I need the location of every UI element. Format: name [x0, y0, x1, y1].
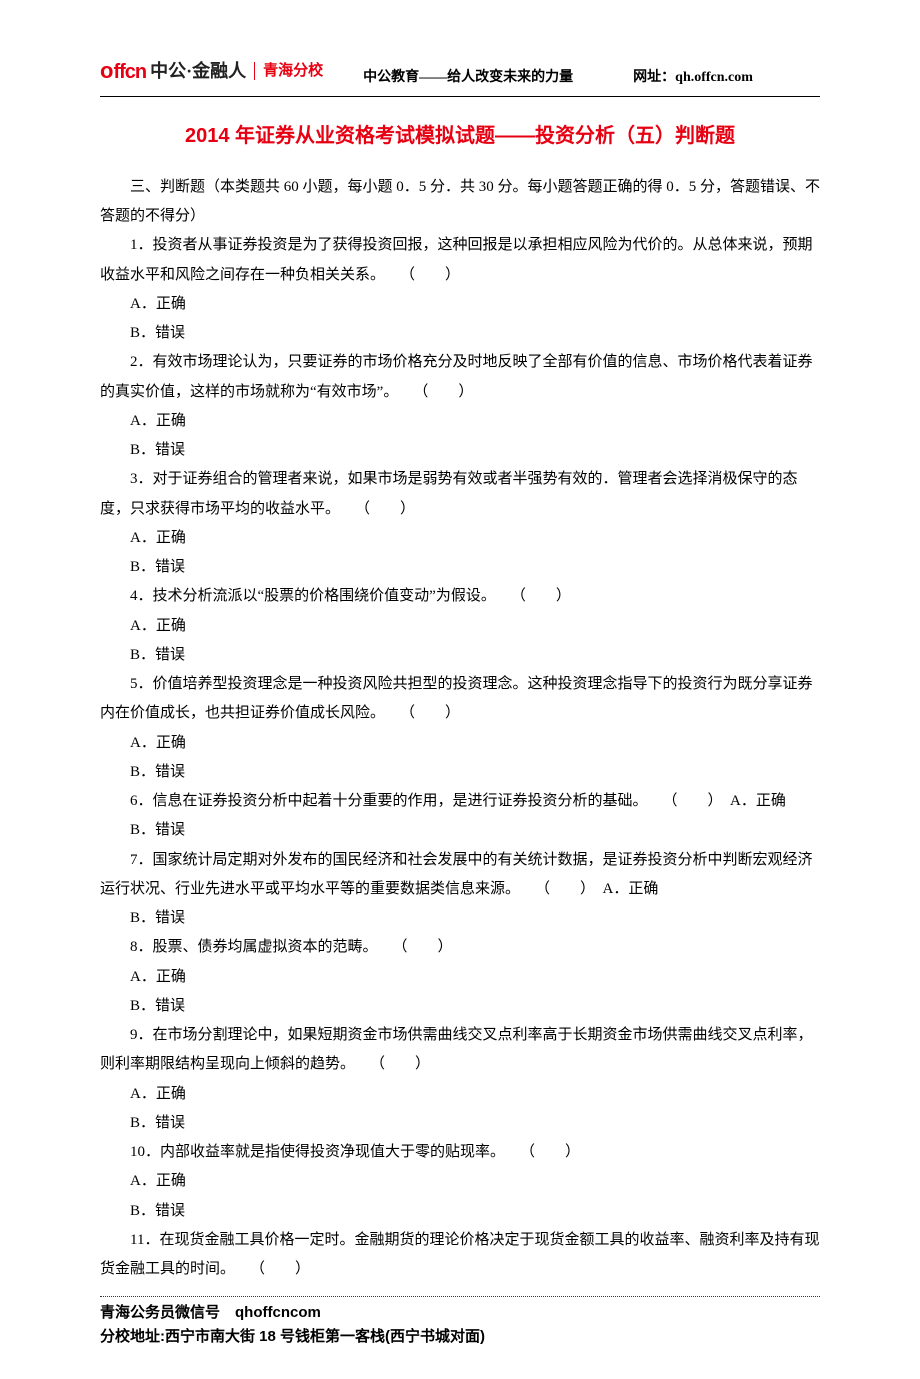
header-url: 网址：qh.offcn.com — [633, 65, 753, 92]
option-a: A．正确 — [100, 963, 820, 992]
option-a: A．正确 — [100, 407, 820, 436]
option-a: A．正确 — [100, 290, 820, 319]
footer-line-address: 分校地址:西宁市南大街 18 号钱柜第一客栈(西宁书城对面) — [100, 1325, 820, 1349]
option-b: B．错误 — [100, 553, 820, 582]
page-header: offcn 中公·金融人 青海分校 中公教育——给人改变未来的力量 网址：qh.… — [100, 50, 820, 97]
question-text: 8．股票、债券均属虚拟资本的范畴。 （ ） — [100, 933, 820, 962]
question-text: 10．内部收益率就是指使得投资净现值大于零的贴现率。 （ ） — [100, 1138, 820, 1167]
option-b: B．错误 — [100, 1197, 820, 1226]
footer-line-wechat: 青海公务员微信号 qhoffcncom — [100, 1301, 820, 1325]
question-text: 6．信息在证券投资分析中起着十分重要的作用，是进行证券投资分析的基础。 （ ） … — [100, 787, 820, 816]
question-text: 9．在市场分割理论中，如果短期资金市场供需曲线交叉点利率高于长期资金市场供需曲线… — [100, 1021, 820, 1080]
option-a: A．正确 — [100, 1080, 820, 1109]
header-slogan: 中公教育——给人改变未来的力量 — [363, 65, 573, 92]
question-text: 2．有效市场理论认为，只要证券的市场价格充分及时地反映了全部有价值的信息、市场价… — [100, 348, 820, 407]
question-text: 1．投资者从事证券投资是为了获得投资回报，这种回报是以承担相应风险为代价的。从总… — [100, 231, 820, 290]
option-b: B．错误 — [100, 758, 820, 787]
brand-logo: offcn 中公·金融人 青海分校 — [100, 50, 323, 92]
document-page: offcn 中公·金融人 青海分校 中公教育——给人改变未来的力量 网址：qh.… — [0, 0, 920, 1379]
option-b: B．错误 — [100, 641, 820, 670]
question-text: 5．价值培养型投资理念是一种投资风险共担型的投资理念。这种投资理念指导下的投资行… — [100, 670, 820, 729]
document-title: 2014 年证券从业资格考试模拟试题——投资分析（五）判断题 — [100, 117, 820, 155]
branch-name: 青海分校 — [263, 57, 323, 86]
question-text: 4．技术分析流派以“股票的价格围绕价值变动”为假设。 （ ） — [100, 582, 820, 611]
option-b: B．错误 — [100, 904, 820, 933]
option-a: A．正确 — [100, 1167, 820, 1196]
option-a: A．正确 — [100, 524, 820, 553]
question-text: 7．国家统计局定期对外发布的国民经济和社会发展中的有关统计数据，是证券投资分析中… — [100, 846, 820, 905]
brand-cn-text: 中公·金融人 — [150, 54, 246, 88]
vertical-divider-icon — [254, 62, 255, 80]
question-text: 3．对于证券组合的管理者来说，如果市场是弱势有效或者半强势有效的．管理者会选择消… — [100, 465, 820, 524]
option-b: B．错误 — [100, 816, 820, 845]
section-intro: 三、判断题（本类题共 60 小题，每小题 0．5 分．共 30 分。每小题答题正… — [100, 173, 820, 232]
page-footer: 青海公务员微信号 qhoffcncom 分校地址:西宁市南大街 18 号钱柜第一… — [100, 1301, 820, 1349]
document-body: 三、判断题（本类题共 60 小题，每小题 0．5 分．共 30 分。每小题答题正… — [100, 173, 820, 1285]
option-b: B．错误 — [100, 319, 820, 348]
option-a: A．正确 — [100, 612, 820, 641]
option-a: A．正确 — [100, 729, 820, 758]
offcn-logo: offcn — [100, 50, 146, 92]
option-b: B．错误 — [100, 992, 820, 1021]
question-text: 11．在现货金融工具价格一定时。金融期货的理论价格决定于现货金额工具的收益率、融… — [100, 1226, 820, 1285]
option-b: B．错误 — [100, 436, 820, 465]
option-b: B．错误 — [100, 1109, 820, 1138]
